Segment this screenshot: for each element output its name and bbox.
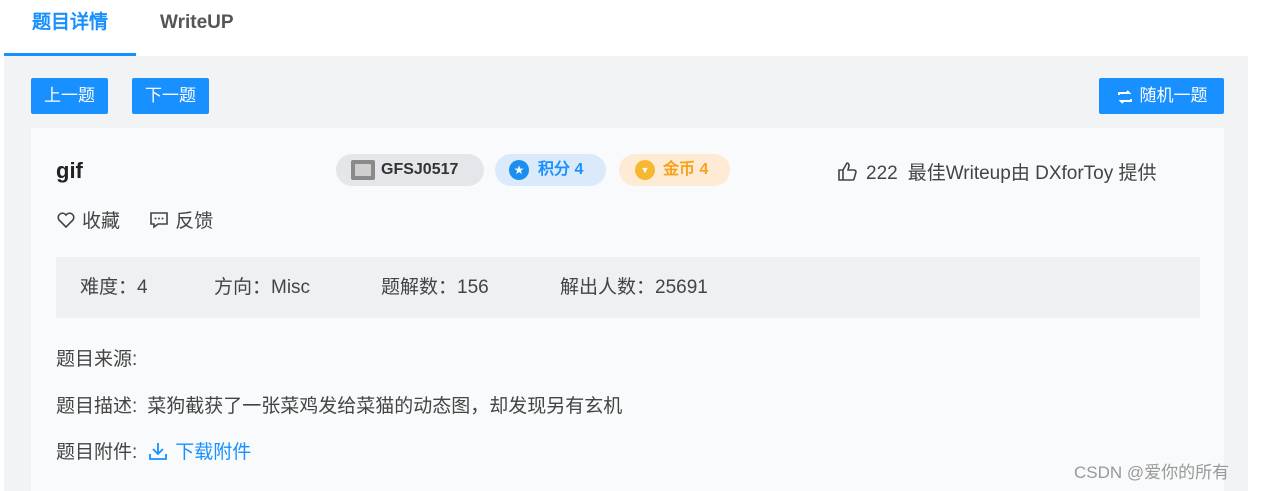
favorite-button[interactable]: 收藏 (56, 206, 120, 233)
challenge-stats: 难度：4 方向：Misc 题解数：156 解出人数：25691 (56, 257, 1200, 318)
challenge-id-badge: GFSJ0517 (336, 154, 484, 186)
likes-count: 222 (866, 163, 898, 184)
solves-stat: 题解数：156 (381, 277, 489, 298)
direction-stat: 方向：Misc (214, 277, 311, 298)
random-challenge-label: 随机一题 (1139, 86, 1208, 105)
likes-info: 222 最佳Writeup由 DXforToy 提供 (836, 158, 1157, 185)
attachment-label: 题目附件: (56, 442, 138, 463)
thumbs-up-icon[interactable] (836, 162, 866, 184)
score-label: 积分 4 (538, 161, 584, 178)
description-label: 题目描述: (56, 396, 138, 417)
action-bar: 收藏 反馈 (56, 206, 237, 233)
tab-writeup[interactable]: WriteUP (160, 0, 234, 56)
csdn-watermark: CSDN @爱你的所有 (1074, 463, 1230, 482)
coin-label: 金币 4 (663, 161, 709, 178)
download-label: 下载附件 (175, 442, 252, 463)
attachment-row: 题目附件: 下载附件 (56, 437, 251, 464)
description-row: 题目描述: 菜狗截获了一张菜鸡发给菜猫的动态图，却发现另有玄机 (56, 391, 622, 418)
coin-icon (635, 160, 655, 180)
feedback-label: 反馈 (175, 211, 214, 232)
random-challenge-button[interactable]: 随机一题 (1099, 78, 1224, 114)
download-attachment-link[interactable]: 下载附件 (147, 442, 251, 463)
best-writeup-text: 最佳Writeup由 DXforToy 提供 (907, 163, 1157, 184)
solvers-stat: 解出人数：25691 (560, 277, 708, 298)
challenge-id: GFSJ0517 (381, 161, 459, 178)
download-icon (147, 442, 175, 463)
favorite-label: 收藏 (82, 211, 121, 232)
description-text: 菜狗截获了一张菜鸡发给菜猫的动态图，却发现另有玄机 (147, 396, 623, 417)
source-label: 题目来源: (56, 349, 138, 370)
comment-icon (149, 211, 175, 232)
source-row: 题目来源: (56, 344, 147, 371)
star-icon (509, 160, 529, 180)
feedback-button[interactable]: 反馈 (149, 206, 213, 233)
tab-bar: 题目详情 WriteUP (0, 0, 1248, 56)
score-badge: 积分 4 (495, 154, 606, 186)
prev-challenge-button[interactable]: 上一题 (31, 78, 108, 114)
challenge-panel: 上一题 下一题 随机一题 gif GFSJ0517 积分 4 金币 4 222 最… (4, 56, 1248, 491)
challenge-title: gif (56, 158, 83, 183)
challenge-card: gif GFSJ0517 积分 4 金币 4 222 最佳Writeup由 DXf… (31, 128, 1224, 491)
challenge-thumbnail-icon (351, 160, 375, 180)
coin-badge: 金币 4 (619, 154, 730, 186)
shuffle-icon (1116, 88, 1134, 106)
difficulty-stat: 难度：4 (80, 277, 148, 298)
next-challenge-button[interactable]: 下一题 (132, 78, 209, 114)
heart-icon (56, 211, 82, 232)
tab-challenge-detail[interactable]: 题目详情 (4, 0, 136, 56)
